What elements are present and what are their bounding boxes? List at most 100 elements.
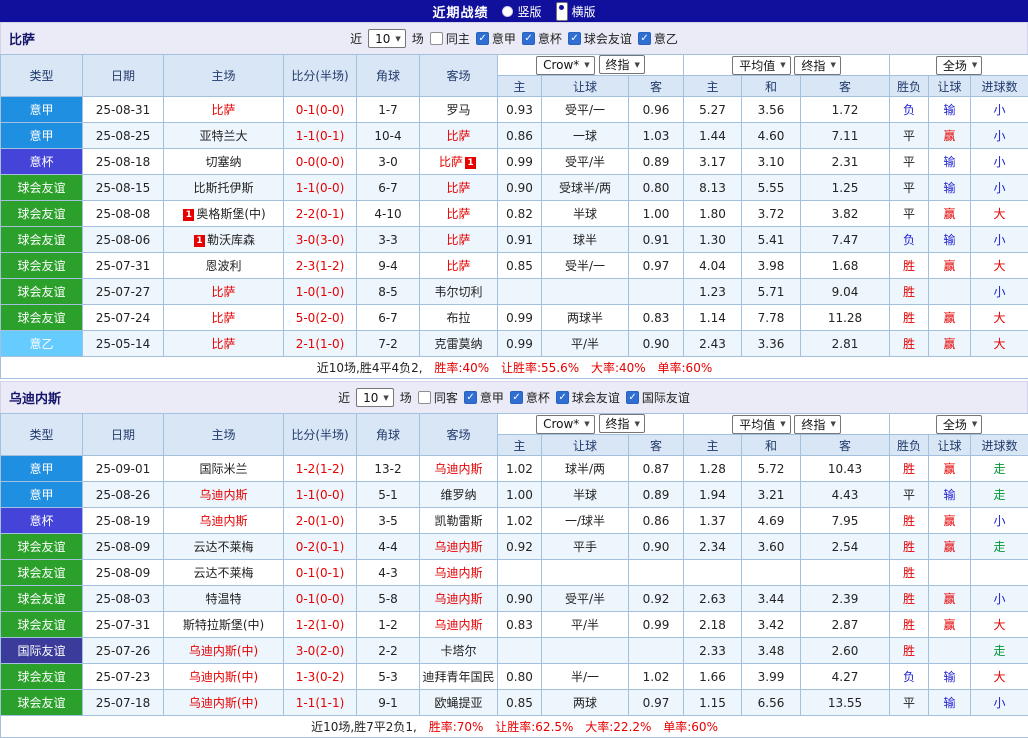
- corners: 8-5: [357, 279, 420, 305]
- view-option-vertical[interactable]: 竖版: [502, 3, 541, 20]
- match-date: 25-07-31: [83, 253, 164, 279]
- subheader-avg-away: 客: [801, 435, 890, 456]
- checkbox-icon[interactable]: [464, 391, 477, 404]
- checkbox-icon[interactable]: [510, 391, 523, 404]
- team-label: 比萨: [446, 129, 470, 143]
- match-count-select[interactable]: 10▼: [368, 29, 406, 48]
- checkbox-icon[interactable]: [568, 32, 581, 45]
- handicap-result: 赢: [929, 508, 971, 534]
- filter-checkbox-same-home[interactable]: 同主: [430, 30, 470, 47]
- avg-draw: 5.72: [742, 456, 801, 482]
- col-header-home: 主场: [164, 55, 284, 97]
- score-halftime: 1-1(0-0): [284, 175, 357, 201]
- odds-away: 0.90: [629, 331, 684, 357]
- avg-away: 7.11: [801, 123, 890, 149]
- summary-row: 近10场,胜7平2负1, 胜率:70% 让胜率:62.5% 大率:22.2% 单…: [1, 716, 1028, 738]
- handicap-result: 赢: [929, 331, 971, 357]
- win-rate: 胜率:70%: [429, 720, 484, 734]
- filter-checkbox-coppa[interactable]: 意杯: [510, 389, 550, 406]
- avg-away: 9.04: [801, 279, 890, 305]
- odds-kind-select[interactable]: 终指▼: [599, 414, 645, 433]
- filter-checkbox-club-friendly[interactable]: 球会友谊: [556, 389, 620, 406]
- handicap-result: 赢: [929, 586, 971, 612]
- match-type: 意杯: [1, 508, 83, 534]
- chevron-down-icon: ▼: [635, 420, 640, 428]
- checkbox-label: 球会友谊: [584, 30, 632, 47]
- checkbox-icon[interactable]: [626, 391, 639, 404]
- view-option-horizontal[interactable]: 横版: [556, 2, 596, 21]
- match-count-select[interactable]: 10▼: [356, 388, 394, 407]
- filter-checkbox-intl-friendly[interactable]: 国际友谊: [626, 389, 690, 406]
- chevron-down-icon: ▼: [780, 420, 785, 428]
- match-type: 球会友谊: [1, 664, 83, 690]
- goals-result: 大: [971, 305, 1028, 331]
- checkbox-icon[interactable]: [418, 391, 431, 404]
- average-select[interactable]: 平均值 ▼: [732, 415, 790, 434]
- away-team: 韦尔切利: [420, 279, 498, 305]
- col-header-away: 客场: [420, 414, 498, 456]
- chevron-down-icon: ▼: [830, 420, 835, 428]
- team-label: 卡塔尔: [440, 644, 476, 658]
- away-team: 维罗纳: [420, 482, 498, 508]
- checkbox-icon[interactable]: [476, 32, 489, 45]
- filter-checkbox-coppa[interactable]: 意杯: [522, 30, 562, 47]
- avg-home: 1.14: [684, 305, 742, 331]
- summary-cell: 近10场,胜7平2负1, 胜率:70% 让胜率:62.5% 大率:22.2% 单…: [1, 716, 1028, 738]
- team-label: 特温特: [205, 592, 241, 606]
- checkbox-icon[interactable]: [430, 32, 443, 45]
- filter-checkbox-serie-a[interactable]: 意甲: [476, 30, 516, 47]
- average-kind-select[interactable]: 终指▼: [794, 415, 840, 434]
- match-date: 25-05-14: [83, 331, 164, 357]
- odds-source-select[interactable]: Crow*▼: [536, 56, 595, 75]
- checkbox-icon[interactable]: [556, 391, 569, 404]
- over-rate: 大率:40%: [591, 361, 646, 375]
- average-value: 平均值: [739, 416, 775, 433]
- odds-home: 0.85: [498, 253, 542, 279]
- handicap-line: 平手: [542, 534, 629, 560]
- avg-away: 2.31: [801, 149, 890, 175]
- avg-draw: 3.48: [742, 638, 801, 664]
- filter-checkbox-club-friendly[interactable]: 球会友谊: [568, 30, 632, 47]
- scope-select[interactable]: 全场▼: [936, 56, 982, 75]
- avg-away: 4.43: [801, 482, 890, 508]
- match-type: 球会友谊: [1, 201, 83, 227]
- average-select[interactable]: 平均值▼: [732, 56, 790, 75]
- avg-draw: 5.55: [742, 175, 801, 201]
- filter-checkbox-serie-b[interactable]: 意乙: [638, 30, 678, 47]
- avg-draw: 3.98: [742, 253, 801, 279]
- odds-away: [629, 279, 684, 305]
- team-label: 斯特拉斯堡(中): [183, 618, 264, 632]
- subheader-handicap: 让球: [542, 76, 629, 97]
- away-team: 乌迪内斯: [420, 534, 498, 560]
- match-row: 球会友谊25-08-09云达不莱梅0-1(0-1)4-3乌迪内斯胜: [1, 560, 1028, 586]
- odds-home: 0.93: [498, 97, 542, 123]
- odds-away: 0.89: [629, 482, 684, 508]
- handicap-result: 赢: [929, 305, 971, 331]
- result: 胜: [890, 586, 929, 612]
- radio-icon[interactable]: [556, 2, 568, 21]
- filter-checkbox-serie-a[interactable]: 意甲: [464, 389, 504, 406]
- subheader-odds-home: 主: [498, 76, 542, 97]
- home-team: 亚特兰大: [164, 123, 284, 149]
- match-date: 25-08-15: [83, 175, 164, 201]
- checkbox-icon[interactable]: [638, 32, 651, 45]
- score-halftime: 3-0(3-0): [284, 227, 357, 253]
- scope-select[interactable]: 全场▼: [936, 415, 982, 434]
- odds-away: 1.00: [629, 201, 684, 227]
- avg-away: 3.82: [801, 201, 890, 227]
- odds-kind-select[interactable]: 终指▼: [599, 55, 645, 74]
- radio-icon[interactable]: [502, 6, 513, 17]
- team-label: 欧蝇提亚: [434, 696, 482, 710]
- team-label: 罗马: [446, 103, 470, 117]
- filter-checkbox-same-away[interactable]: 同客: [418, 389, 458, 406]
- section-header: 比萨 近 10▼ 场 同主 意甲 意杯 球会友谊 意乙: [0, 22, 1028, 54]
- goals-result: 大: [971, 253, 1028, 279]
- avg-away: [801, 560, 890, 586]
- odds-source-select[interactable]: Crow*▼: [536, 415, 595, 434]
- checkbox-icon[interactable]: [522, 32, 535, 45]
- average-kind-select[interactable]: 终指▼: [794, 56, 840, 75]
- corners: 4-10: [357, 201, 420, 227]
- recent-results-table: 类型 日期 主场 比分(半场) 角球 客场 Crow*▼ 终指▼ 平均值▼ 终指…: [0, 54, 1028, 379]
- match-type: 意甲: [1, 482, 83, 508]
- odds-home: 1.02: [498, 456, 542, 482]
